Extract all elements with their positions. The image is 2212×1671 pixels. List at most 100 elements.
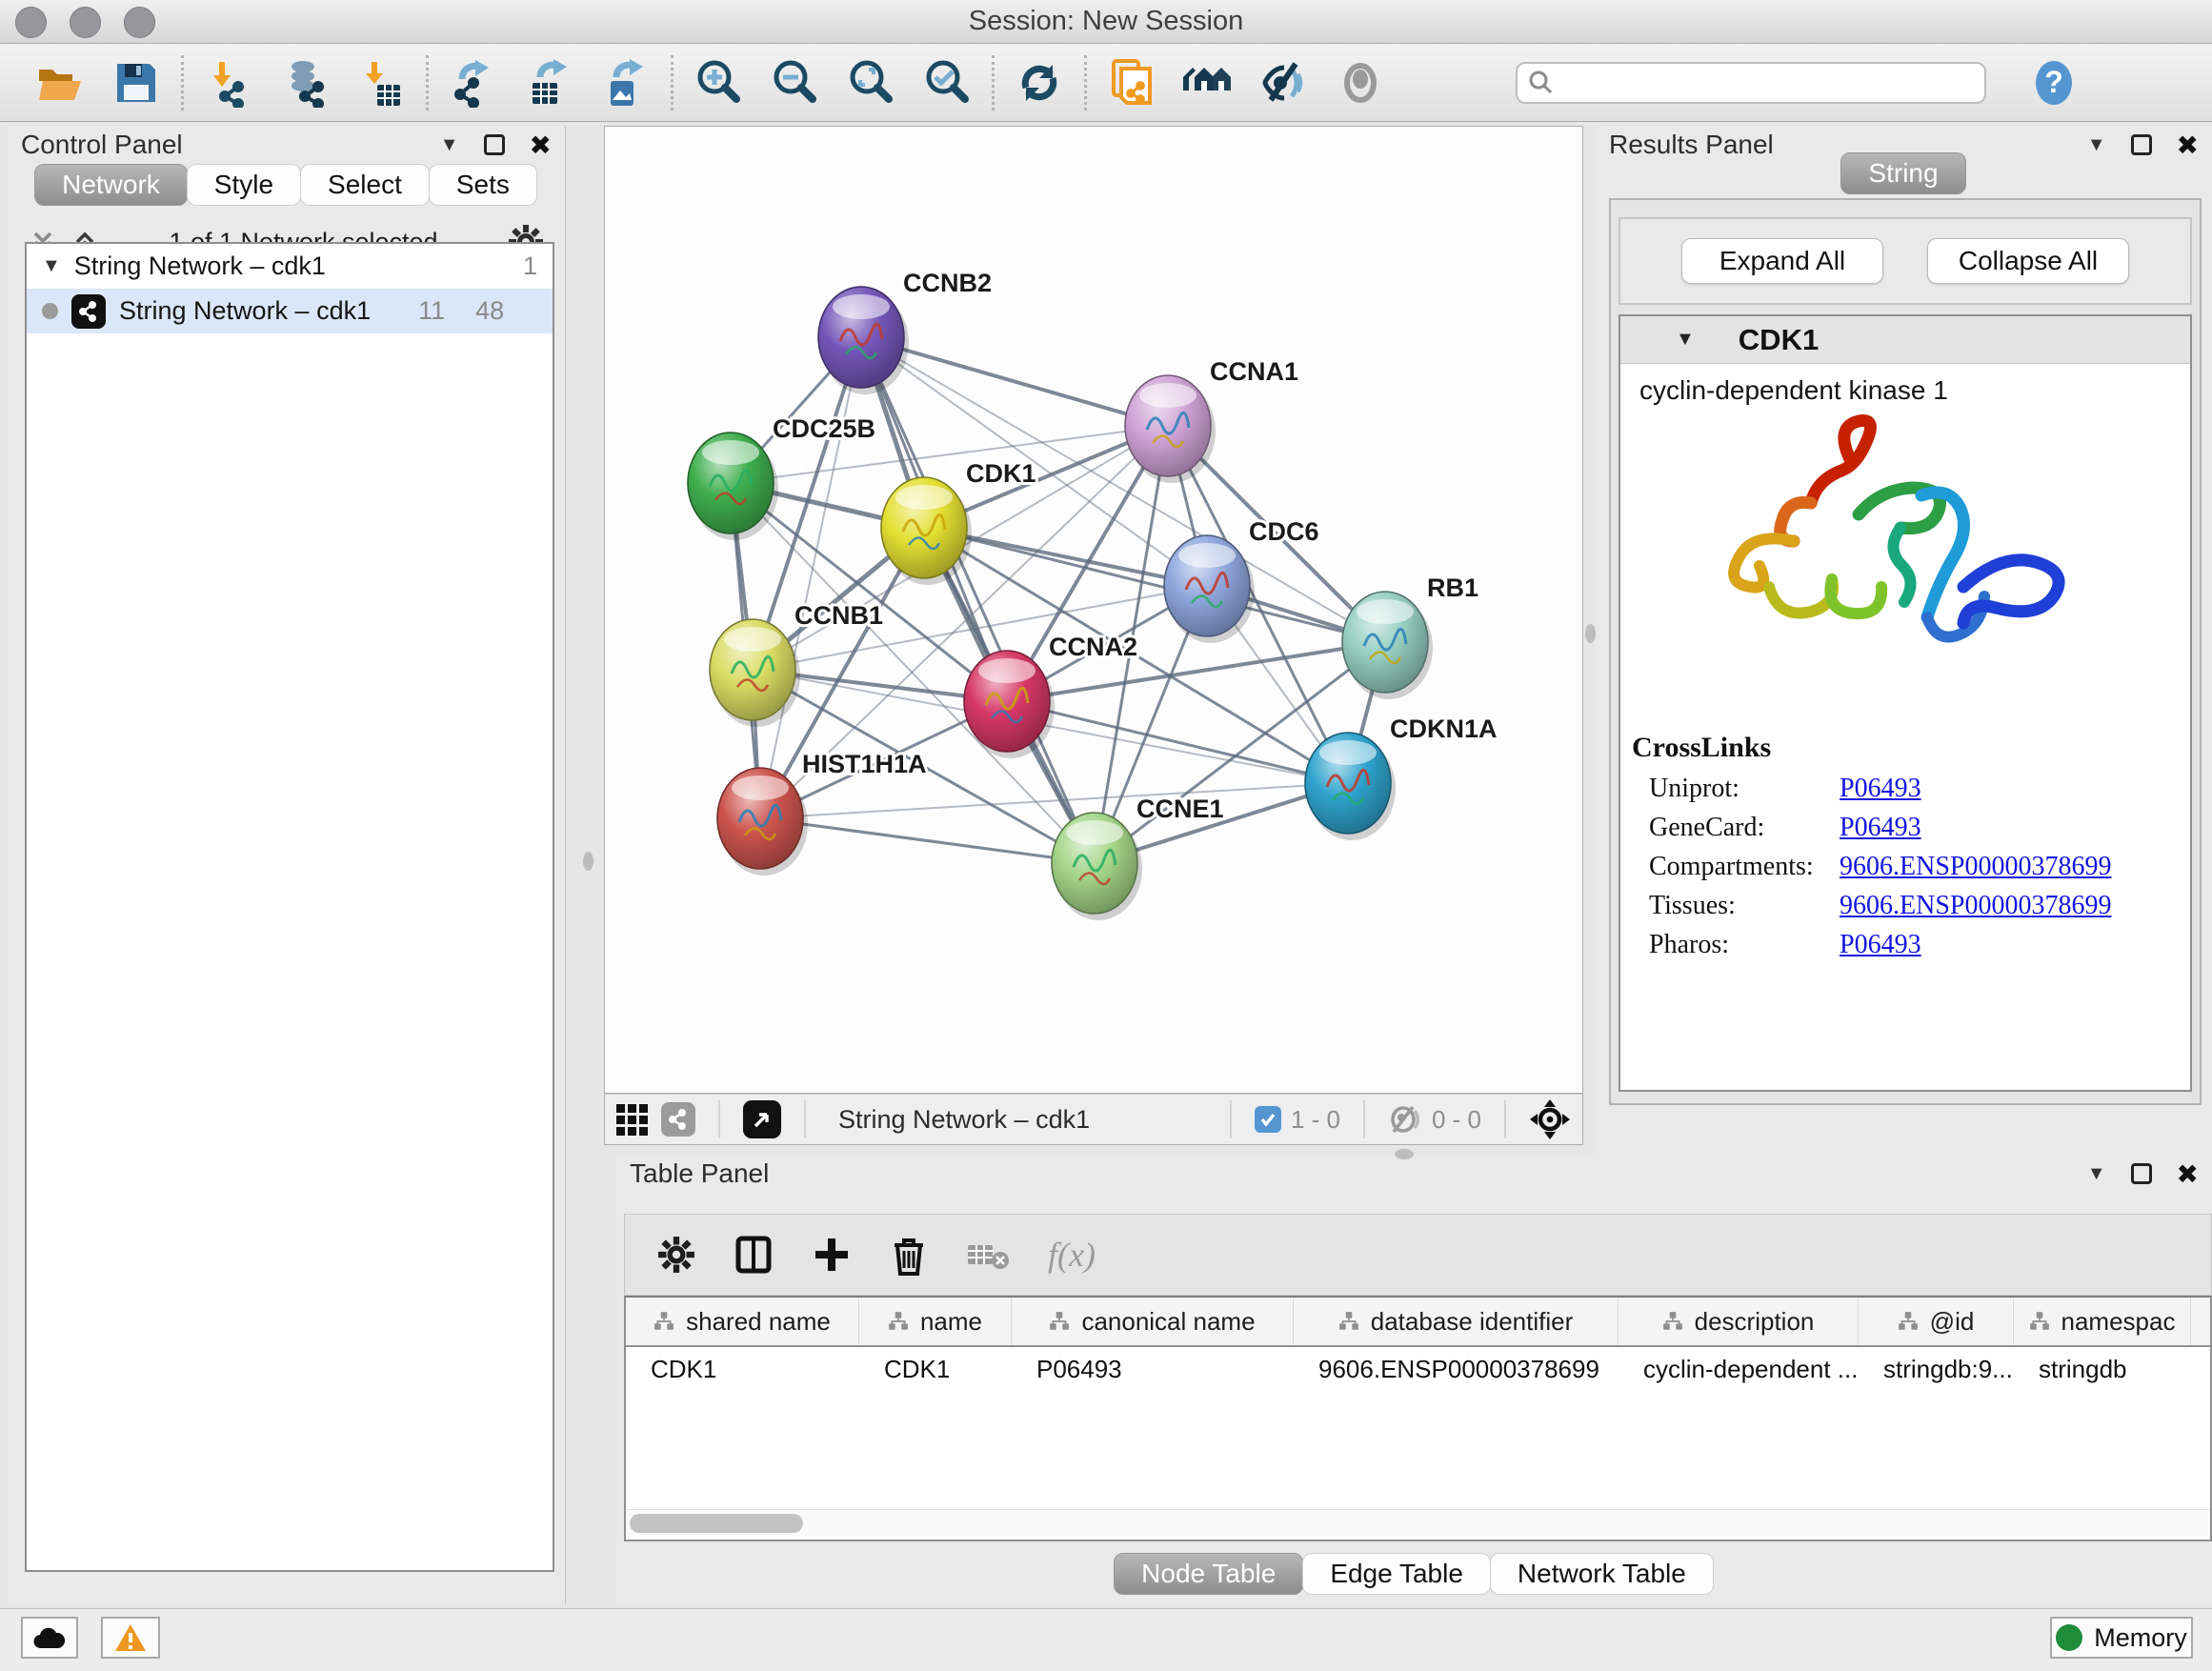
- panel-menu-icon[interactable]: ▼: [2087, 1163, 2106, 1185]
- network-node-rb1[interactable]: RB1: [1342, 574, 1478, 699]
- close-panel-icon[interactable]: ✖: [2177, 1158, 2199, 1190]
- grid-view-icon[interactable]: [616, 1104, 648, 1136]
- float-panel-icon[interactable]: [2131, 1163, 2152, 1184]
- crosslink-link[interactable]: P06493: [1840, 774, 1921, 804]
- tab-style[interactable]: Style: [187, 164, 301, 206]
- column-header-namespac[interactable]: namespac: [2014, 1298, 2191, 1345]
- node-details-header[interactable]: ▼ CDK1: [1620, 316, 2190, 364]
- column-label: description: [1695, 1307, 1815, 1337]
- network-node-cdc6[interactable]: CDC6: [1164, 517, 1319, 643]
- svg-text:?: ?: [2044, 65, 2063, 99]
- table-settings-gear-icon[interactable]: [657, 1236, 695, 1274]
- scrollbar-thumb[interactable]: [630, 1514, 803, 1533]
- birds-eye-view-icon[interactable]: [743, 1100, 781, 1138]
- network-graph[interactable]: CCNB2CCNA1CDC25BCDK1CDC6RB1CCNB1CCNA2CDK…: [605, 127, 1582, 1093]
- tab-network-table[interactable]: Network Table: [1490, 1553, 1714, 1595]
- import-network-database-icon[interactable]: [277, 55, 332, 111]
- float-panel-icon[interactable]: [484, 134, 505, 155]
- network-node-cdkn1a[interactable]: CDKN1A: [1305, 715, 1498, 840]
- network-node-cdk1[interactable]: CDK1: [881, 459, 1036, 585]
- toolbar-search[interactable]: [1516, 62, 1986, 104]
- clone-network-icon[interactable]: [1104, 55, 1159, 111]
- crosslink-link[interactable]: P06493: [1840, 930, 1921, 960]
- crosslinks-title: CrossLinks: [1632, 732, 2179, 764]
- crosslink-link[interactable]: 9606.ENSP00000378699: [1840, 852, 2111, 882]
- column-header-shared-name[interactable]: shared name: [626, 1298, 859, 1345]
- tab-string[interactable]: String: [1840, 152, 1965, 194]
- cloud-status-button[interactable]: [21, 1617, 78, 1659]
- search-input[interactable]: [1556, 67, 1975, 98]
- expand-all-button[interactable]: Expand All: [1681, 238, 1883, 284]
- network-row[interactable]: String Network – cdk1 11 48: [27, 289, 553, 333]
- collapse-entry-icon[interactable]: ▼: [1676, 329, 1695, 351]
- network-collection-row[interactable]: ▼ String Network – cdk1 1: [27, 244, 553, 289]
- minimize-window-button[interactable]: [70, 7, 101, 38]
- collapse-all-button[interactable]: Collapse All: [1927, 238, 2129, 284]
- function-builder-icon[interactable]: f(x): [1048, 1235, 1096, 1275]
- network-edge[interactable]: [1007, 701, 1348, 783]
- network-edge[interactable]: [760, 337, 861, 818]
- zoom-selected-icon[interactable]: [919, 55, 975, 111]
- network-node-ccna2[interactable]: CCNA2: [964, 633, 1137, 758]
- memory-button[interactable]: Memory: [2050, 1617, 2193, 1659]
- zoom-in-icon[interactable]: [691, 55, 746, 111]
- tab-network[interactable]: Network: [34, 164, 188, 206]
- hidden-eye-icon[interactable]: [1388, 1105, 1422, 1134]
- network-node-hist1h1a[interactable]: HIST1H1A: [717, 750, 927, 876]
- show-column-icon[interactable]: [734, 1235, 774, 1275]
- network-node-ccnb1[interactable]: CCNB1: [710, 601, 883, 727]
- network-node-ccna1[interactable]: CCNA1: [1125, 357, 1298, 483]
- table-row[interactable]: CDK1CDK1P064939606.ENSP00000378699cyclin…: [626, 1347, 2210, 1395]
- tab-sets[interactable]: Sets: [429, 164, 537, 206]
- zoom-fit-icon[interactable]: [843, 55, 898, 111]
- string-home-icon[interactable]: [1180, 55, 1236, 111]
- refresh-view-icon[interactable]: [1012, 55, 1067, 111]
- help-icon[interactable]: ?: [2026, 55, 2081, 111]
- tab-select[interactable]: Select: [300, 164, 430, 206]
- create-column-icon[interactable]: [812, 1235, 852, 1275]
- tab-edge-table[interactable]: Edge Table: [1302, 1553, 1491, 1595]
- delete-table-icon[interactable]: [966, 1238, 1010, 1272]
- export-image-icon[interactable]: [598, 55, 654, 111]
- show-graphics-details-icon[interactable]: [1333, 55, 1388, 111]
- network-edge[interactable]: [760, 818, 1095, 863]
- save-icon[interactable]: [109, 55, 164, 111]
- warnings-button[interactable]: [101, 1617, 160, 1659]
- network-edge[interactable]: [861, 337, 1095, 863]
- close-panel-icon[interactable]: ✖: [530, 130, 552, 161]
- column-header-name[interactable]: name: [859, 1298, 1012, 1345]
- open-folder-icon[interactable]: [32, 55, 88, 111]
- column-header-database-identifier[interactable]: database identifier: [1294, 1298, 1619, 1345]
- network-node-count: 11: [384, 296, 445, 326]
- horizontal-splitter-handle[interactable]: [1395, 1149, 1414, 1159]
- close-window-button[interactable]: [15, 7, 47, 38]
- import-network-file-icon[interactable]: [201, 55, 256, 111]
- network-canvas[interactable]: CCNB2CCNA1CDC25BCDK1CDC6RB1CCNB1CCNA2CDK…: [604, 126, 1583, 1094]
- table-cell: P06493: [1012, 1347, 1294, 1395]
- pan-crosshair-icon[interactable]: [1529, 1098, 1571, 1140]
- crosslink-link[interactable]: 9606.ENSP00000378699: [1840, 891, 2111, 921]
- vertical-splitter-handle[interactable]: [583, 852, 593, 871]
- network-node-ccnb2[interactable]: CCNB2: [818, 269, 992, 394]
- hide-graphics-details-icon[interactable]: [1257, 55, 1312, 111]
- crosslinks-section: CrossLinks Uniprot:P06493GeneCard:P06493…: [1632, 732, 2179, 969]
- export-table-icon[interactable]: [522, 55, 577, 111]
- vertical-splitter-handle[interactable]: [1585, 624, 1596, 643]
- zoom-out-icon[interactable]: [767, 55, 822, 111]
- panel-menu-icon[interactable]: ▼: [440, 134, 459, 156]
- horizontal-scrollbar[interactable]: [626, 1509, 2210, 1536]
- node-table: shared namenamecanonical namedatabase id…: [624, 1296, 2212, 1541]
- tree-expander-icon[interactable]: ▼: [42, 255, 61, 277]
- network-node-ccne1[interactable]: CCNE1: [1052, 795, 1224, 920]
- column-header-canonical-name[interactable]: canonical name: [1012, 1298, 1294, 1345]
- delete-column-trash-icon[interactable]: [890, 1234, 928, 1276]
- column-header-description[interactable]: description: [1619, 1298, 1859, 1345]
- selected-checkbox-icon[interactable]: [1255, 1106, 1281, 1133]
- tab-node-table[interactable]: Node Table: [1114, 1553, 1303, 1595]
- export-network-icon[interactable]: [446, 55, 501, 111]
- network-status-dot: [42, 303, 58, 319]
- zoom-window-button[interactable]: [124, 7, 155, 38]
- crosslink-link[interactable]: P06493: [1840, 813, 1921, 843]
- column-header--id[interactable]: @id: [1859, 1298, 2014, 1345]
- import-table-file-icon[interactable]: [353, 55, 409, 111]
